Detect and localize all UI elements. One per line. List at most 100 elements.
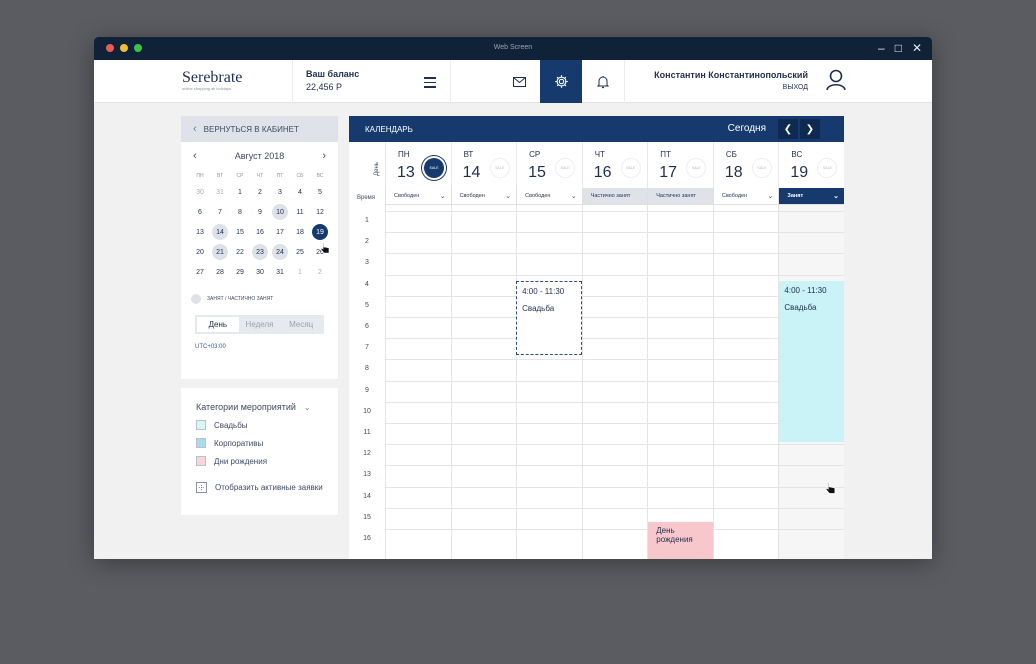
event-wedding[interactable]: 4:00 - 11:30 Свадьба <box>779 280 844 442</box>
day-status-select[interactable]: Свободен ⌄ <box>516 188 582 205</box>
mini-calendar-day[interactable]: 14 <box>210 222 230 242</box>
sale-badge[interactable]: SALE <box>620 158 641 178</box>
day-status-select[interactable]: Свободен ⌄ <box>450 188 517 205</box>
event-birthday[interactable]: День рождения <box>648 521 713 559</box>
chevron-down-icon: ⌄ <box>833 193 839 200</box>
mini-calendar-day[interactable]: 30 <box>250 262 270 282</box>
sale-badge[interactable]: SALE <box>489 158 510 178</box>
maximize-icon[interactable]: □ <box>895 41 902 55</box>
sale-badge[interactable]: SALE <box>751 158 772 178</box>
mini-calendar-day[interactable]: 30 <box>190 182 210 202</box>
mini-calendar-day[interactable]: 20 <box>190 242 210 262</box>
day-header[interactable]: ПН 13 SALE <box>385 142 451 188</box>
mini-calendar-day[interactable]: 2 <box>250 182 270 202</box>
day-header[interactable]: СБ 18 SALE <box>712 142 779 188</box>
logout-link[interactable]: ВЫХОД <box>608 84 808 91</box>
day-vertical-label: День <box>373 162 380 176</box>
prev-month-icon[interactable]: ‹ <box>193 150 197 162</box>
timezone-label[interactable]: UTC+03:00 <box>195 344 338 350</box>
day-header[interactable]: ЧТ 16 SALE <box>581 142 648 188</box>
menu-icon[interactable] <box>424 77 436 91</box>
day-status-select[interactable]: Частично занят <box>581 188 648 205</box>
hour-label: 14 <box>363 492 371 500</box>
back-to-cabinet-button[interactable]: ‹ ВЕРНУТЬСЯ В КАБИНЕТ <box>181 116 338 142</box>
category-item[interactable]: Дни рождения <box>196 456 338 466</box>
view-switch: День Неделя Месяц <box>195 315 324 334</box>
mini-calendar-day[interactable]: 27 <box>190 262 210 282</box>
mini-calendar-day[interactable]: 28 <box>210 262 230 282</box>
mini-calendar-day[interactable]: 7 <box>210 202 230 222</box>
mini-calendar-day[interactable]: 13 <box>190 222 210 242</box>
day-status-select[interactable]: Занят ⌄ <box>778 188 844 205</box>
mini-calendar-day[interactable]: 5 <box>310 182 330 202</box>
mini-calendar-day[interactable]: 23 <box>250 242 270 262</box>
mini-calendar-day[interactable]: 12 <box>310 202 330 222</box>
user-info[interactable]: Константин Константинопольский ВЫХОД <box>608 70 808 91</box>
mini-calendar-day[interactable]: 3 <box>270 182 290 202</box>
hour-label: 8 <box>365 365 369 373</box>
mini-calendar-day[interactable]: 31 <box>210 182 230 202</box>
hour-label: 6 <box>365 323 369 330</box>
day-status-select[interactable]: Свободен ⌄ <box>385 188 451 205</box>
mini-calendar-day[interactable]: 1 <box>290 262 310 282</box>
mini-calendar-day[interactable]: 31 <box>270 262 290 282</box>
show-active-requests[interactable]: Отобразить активные заявки <box>196 482 338 493</box>
day-header[interactable]: СР 15 SALE <box>516 142 582 188</box>
today-button[interactable]: Сегодня <box>728 123 766 134</box>
time-grid[interactable]: 1 2 3 4 5 6 7 8 9 10 11 12 13 14 15 16 4:00 - 11:30 Свадь… <box>349 205 844 559</box>
sidebar-calendar-panel: ‹ ВЕРНУТЬСЯ В КАБИНЕТ ‹ Август 2018 › ПН… <box>181 116 338 379</box>
sale-badge[interactable]: SALE <box>555 158 576 178</box>
mini-calendar-day[interactable]: 24 <box>270 242 290 262</box>
sale-badge[interactable]: SALE <box>424 158 444 178</box>
day-status-select[interactable]: Свободен ⌄ <box>712 188 779 205</box>
mini-calendar-day[interactable]: 1 <box>230 182 250 202</box>
back-label: ВЕРНУТЬСЯ В КАБИНЕТ <box>203 124 299 134</box>
sale-badge[interactable]: SALE <box>817 158 838 178</box>
day-of-week: ВС <box>791 150 803 159</box>
mini-calendar-day[interactable]: 19 <box>310 222 330 242</box>
mini-calendar-day[interactable]: 25 <box>290 242 310 262</box>
prev-week-button[interactable]: ❮ <box>778 119 798 139</box>
chevron-right-icon: ❯ <box>805 123 815 135</box>
day-header[interactable]: ВТ 14 SALE <box>450 142 517 188</box>
view-month-tab[interactable]: Месяц <box>280 317 322 332</box>
settings-gear-icon[interactable] <box>540 60 582 103</box>
day-header[interactable]: ПТ 17 SALE <box>647 142 713 188</box>
category-item[interactable]: Свадьбы <box>196 420 338 430</box>
week-calendar: КАЛЕНДАРЬ Сегодня ❮ ❯ День ПН 13 SALE Свобо… <box>349 116 844 559</box>
close-icon[interactable]: ✕ <box>912 41 922 55</box>
sale-badge[interactable]: SALE <box>686 158 707 178</box>
mini-calendar-day[interactable]: 4 <box>290 182 310 202</box>
mini-calendar-day[interactable]: 21 <box>210 242 230 262</box>
mini-calendar-day[interactable]: 18 <box>290 222 310 242</box>
categories-toggle[interactable]: Категории мероприятий ⌄ <box>196 402 338 412</box>
mini-calendar-day[interactable]: 15 <box>230 222 250 242</box>
mini-calendar-day[interactable]: 11 <box>290 202 310 222</box>
mini-calendar-day[interactable]: 2 <box>310 262 330 282</box>
mini-calendar-day[interactable]: 17 <box>270 222 290 242</box>
mini-calendar-day[interactable]: 29 <box>230 262 250 282</box>
day-number: 18 <box>724 164 743 181</box>
mini-calendar-grid: ПН ВТ СР ЧТ ПТ СБ ВС 30 31 1 2 3 4 5 6 7 8 9 10 11 12 13 14 15 1… <box>190 170 332 282</box>
event-title: Свадьба <box>784 302 817 312</box>
chevron-down-icon: ⌄ <box>303 402 311 412</box>
event-draft-wedding[interactable]: 4:00 - 11:30 Свадьба <box>516 280 582 355</box>
mini-calendar-day[interactable]: 16 <box>250 222 270 242</box>
mini-calendar-day[interactable]: 6 <box>190 202 210 222</box>
day-status-select[interactable]: Частично занят <box>647 188 713 205</box>
hour-label: 2 <box>365 238 369 246</box>
minimize-icon[interactable]: – <box>878 41 885 55</box>
mini-calendar-day[interactable]: 22 <box>230 242 250 262</box>
mini-calendar-day[interactable]: 8 <box>230 202 250 222</box>
view-week-tab[interactable]: Неделя <box>239 317 281 332</box>
category-item[interactable]: Корпоративы <box>196 438 338 448</box>
mini-calendar-day[interactable]: 10 <box>270 202 290 222</box>
next-week-button[interactable]: ❯ <box>800 119 820 139</box>
logo[interactable]: Serebrate online shopping all holidays <box>182 69 242 91</box>
day-header[interactable]: ВС 19 SALE <box>778 142 844 188</box>
mini-calendar-day[interactable]: 9 <box>250 202 270 222</box>
next-month-icon[interactable]: › <box>322 150 326 162</box>
user-avatar-icon[interactable] <box>826 69 846 96</box>
mail-icon[interactable] <box>498 60 540 103</box>
view-day-tab[interactable]: День <box>197 317 239 332</box>
